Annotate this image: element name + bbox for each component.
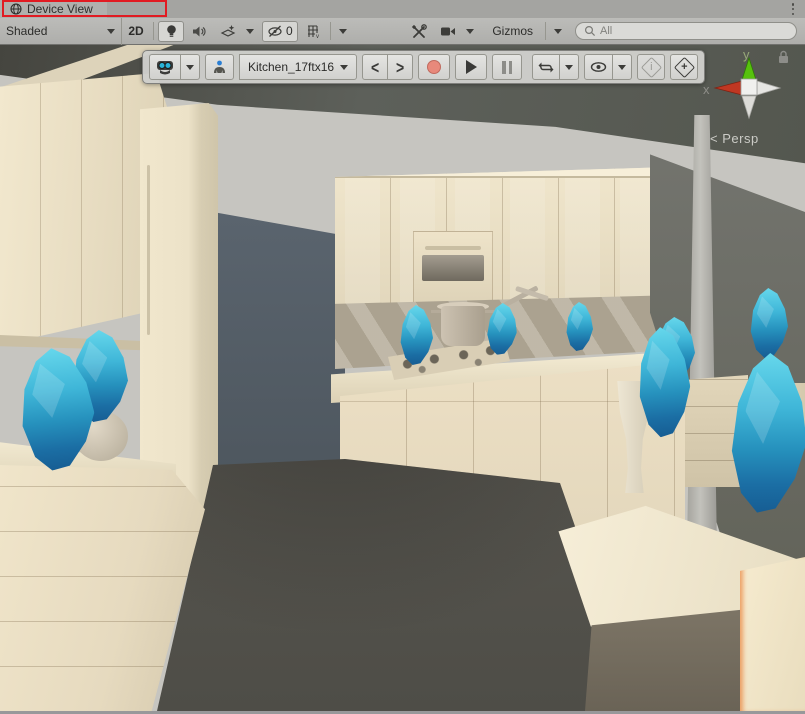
toggle-2d-button[interactable]: 2D: [123, 21, 149, 42]
simulation-playbar: Kitchen_17ftx16 < >: [142, 50, 705, 84]
axis-y-label: y: [743, 47, 750, 62]
previous-button[interactable]: <: [362, 54, 388, 80]
pause-icon: [502, 61, 512, 74]
btn-2d-label: 2D: [128, 24, 143, 38]
visibility-dropdown[interactable]: [612, 54, 632, 80]
pause-button[interactable]: [492, 54, 522, 80]
info-button[interactable]: i: [637, 54, 665, 80]
grid-dropdown-arrow[interactable]: [334, 21, 352, 42]
grid-icon: y: [306, 25, 321, 38]
light-bulb-icon: [165, 24, 178, 39]
camera-button[interactable]: [435, 21, 461, 42]
scene-far-right-cabinet: [740, 557, 805, 711]
chevron-down-icon: [554, 29, 562, 34]
lighting-toggle-button[interactable]: [158, 21, 184, 42]
effects-star-icon: [220, 24, 236, 38]
chevron-down-icon: [107, 29, 115, 34]
scene-select-dropdown[interactable]: Kitchen_17ftx16: [239, 54, 357, 80]
divider: [153, 22, 154, 40]
diamond-info-icon: i: [640, 56, 661, 77]
robot-head-icon: [155, 60, 175, 75]
persp-text: Persp: [722, 131, 758, 146]
unity-editor-window: Device View Shaded 2D: [0, 0, 805, 714]
loop-dropdown[interactable]: [559, 54, 579, 80]
hidden-objects-button[interactable]: 0: [262, 21, 298, 42]
axis-x-label: x: [703, 82, 710, 97]
visibility-button[interactable]: [584, 54, 613, 80]
grid-toggle-button[interactable]: y: [301, 21, 327, 42]
svg-text:y: y: [316, 34, 319, 38]
scene-viewport[interactable]: Kitchen_17ftx16 < >: [0, 45, 805, 711]
diamond-plus-icon: +: [673, 56, 694, 77]
scene-center-upper-cabinets: [335, 167, 673, 309]
speaker-icon: [192, 25, 207, 38]
chevron-down-icon: [246, 29, 254, 34]
chevron-left-icon: <: [710, 131, 718, 146]
gizmos-dropdown-arrow[interactable]: [549, 21, 567, 42]
tools-button[interactable]: [406, 21, 432, 42]
eye-icon: [590, 61, 607, 73]
chevron-down-icon: [186, 65, 194, 70]
effects-toggle-button[interactable]: [215, 21, 241, 42]
globe-icon: [10, 3, 22, 15]
view-tab-bar: Device View: [0, 0, 805, 18]
audio-toggle-button[interactable]: [186, 21, 212, 42]
axis-x-cone: [715, 81, 742, 95]
repeat-arrows-icon: [538, 61, 554, 74]
hidden-count-label: 0: [286, 24, 293, 38]
search-input[interactable]: [600, 25, 770, 37]
draw-mode-dropdown[interactable]: Shaded: [0, 18, 122, 45]
gizmos-button[interactable]: Gizmos: [483, 21, 542, 42]
divider: [330, 22, 331, 40]
effects-dropdown-arrow[interactable]: [241, 21, 259, 42]
play-button[interactable]: [455, 54, 487, 80]
wrench-screwdriver-icon: [411, 24, 427, 39]
eye-slash-icon: [267, 25, 284, 38]
agent-button[interactable]: [205, 54, 234, 80]
record-button[interactable]: [418, 54, 450, 80]
axis-z-cone: [757, 81, 780, 95]
scene-refrigerator-handle: [147, 165, 150, 335]
lock-icon: [779, 52, 788, 64]
chevron-down-icon: [565, 65, 573, 70]
gizmos-label: Gizmos: [492, 24, 533, 38]
chevron-down-icon: [466, 29, 474, 34]
chevron-left-icon: <: [371, 57, 379, 77]
axis-down-cone: [742, 96, 756, 118]
play-icon: [466, 60, 477, 74]
robot-view-button[interactable]: [149, 54, 181, 80]
chevron-right-icon: >: [396, 57, 404, 77]
scene-oven-door: [422, 255, 484, 281]
loop-button[interactable]: [532, 54, 560, 80]
projection-label[interactable]: < Persp: [710, 131, 759, 146]
search-field[interactable]: [575, 22, 797, 40]
camera-icon: [440, 26, 456, 37]
chevron-down-icon: [339, 29, 347, 34]
scene-refrigerator: [140, 103, 218, 523]
scene-cooking-pot: [437, 298, 489, 348]
chevron-down-icon: [340, 65, 348, 70]
robot-view-dropdown[interactable]: [180, 54, 200, 80]
person-icon: [211, 60, 228, 75]
camera-dropdown-arrow[interactable]: [461, 21, 479, 42]
next-button[interactable]: >: [387, 54, 413, 80]
scene-doorway: [213, 212, 345, 474]
divider: [545, 22, 546, 40]
tab-device-view[interactable]: Device View: [0, 0, 107, 18]
record-icon: [427, 60, 441, 74]
scene-oven-handle: [425, 246, 481, 250]
search-icon: [584, 25, 596, 37]
gizmo-center-cube: [741, 79, 757, 95]
scene-view-toolbar: Shaded 2D: [0, 18, 805, 45]
chevron-down-icon: [618, 65, 626, 70]
tab-label: Device View: [27, 2, 93, 16]
scene-name-label: Kitchen_17ftx16: [248, 60, 334, 74]
kebab-menu-icon[interactable]: [791, 3, 795, 15]
focus-target-button[interactable]: +: [670, 54, 698, 80]
draw-mode-label: Shaded: [6, 24, 47, 38]
